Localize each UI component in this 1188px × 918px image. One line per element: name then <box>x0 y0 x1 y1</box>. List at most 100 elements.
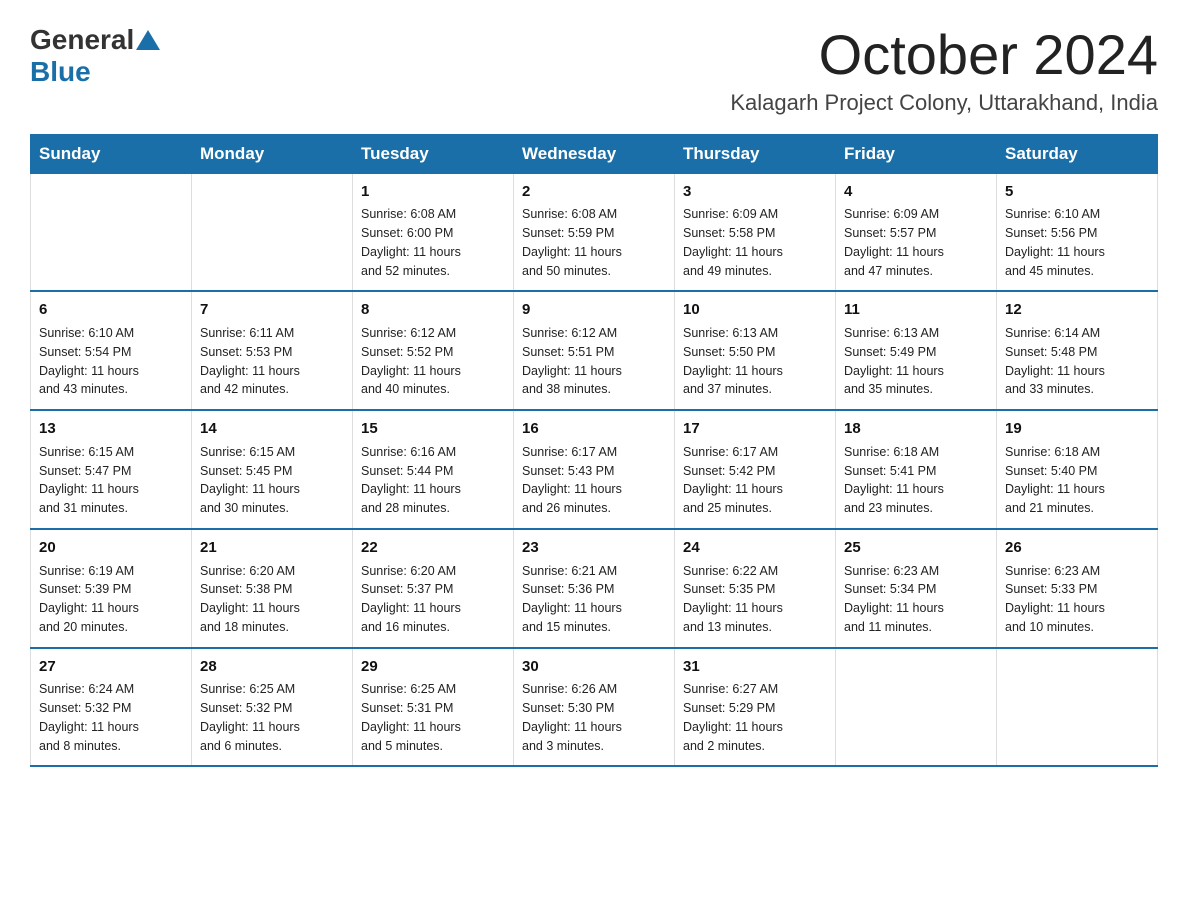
day-number: 3 <box>683 181 827 203</box>
calendar-cell: 17 Sunrise: 6:17 AMSunset: 5:42 PMDayligh… <box>675 410 836 529</box>
day-detail: Sunrise: 6:12 AMSunset: 5:51 PMDaylight:… <box>522 324 666 399</box>
calendar-cell: 29Sunrise: 6:25 AMSunset: 5:31 PMDayligh… <box>353 648 514 767</box>
day-number: 27 <box>39 656 183 678</box>
calendar-cell: 4Sunrise: 6:09 AMSunset: 5:57 PMDaylight… <box>836 173 997 291</box>
day-number: 17 <box>683 418 827 440</box>
logo-text: General <box>30 24 162 56</box>
calendar-cell: 14 Sunrise: 6:15 AMSunset: 5:45 PMDayligh… <box>192 410 353 529</box>
header: General Blue October 2024 Kalagarh Proje… <box>30 24 1158 116</box>
calendar-cell: 1Sunrise: 6:08 AMSunset: 6:00 PMDaylight… <box>353 173 514 291</box>
day-number: 18 <box>844 418 988 440</box>
day-number: 8 <box>361 299 505 321</box>
day-number: 10 <box>683 299 827 321</box>
day-detail: Sunrise: 6:10 AMSunset: 5:54 PMDaylight:… <box>39 324 183 399</box>
calendar-cell: 11 Sunrise: 6:13 AMSunset: 5:49 PMDayligh… <box>836 291 997 410</box>
day-detail: Sunrise: 6:14 AMSunset: 5:48 PMDaylight:… <box>1005 324 1149 399</box>
calendar-cell: 18 Sunrise: 6:18 AMSunset: 5:41 PMDayligh… <box>836 410 997 529</box>
calendar-cell: 3Sunrise: 6:09 AMSunset: 5:58 PMDaylight… <box>675 173 836 291</box>
day-number: 25 <box>844 537 988 559</box>
calendar-cell: 20 Sunrise: 6:19 AMSunset: 5:39 PMDayligh… <box>31 529 192 648</box>
calendar-week-4: 20 Sunrise: 6:19 AMSunset: 5:39 PMDayligh… <box>31 529 1158 648</box>
calendar-week-2: 6 Sunrise: 6:10 AMSunset: 5:54 PMDaylight… <box>31 291 1158 410</box>
day-detail: Sunrise: 6:15 AMSunset: 5:45 PMDaylight:… <box>200 443 344 518</box>
calendar-cell: 28Sunrise: 6:25 AMSunset: 5:32 PMDayligh… <box>192 648 353 767</box>
calendar-header: SundayMondayTuesdayWednesdayThursdayFrid… <box>31 134 1158 173</box>
calendar-cell: 9 Sunrise: 6:12 AMSunset: 5:51 PMDaylight… <box>514 291 675 410</box>
calendar-cell: 27Sunrise: 6:24 AMSunset: 5:32 PMDayligh… <box>31 648 192 767</box>
logo-general: General <box>30 24 134 56</box>
day-number: 30 <box>522 656 666 678</box>
day-detail: Sunrise: 6:09 AMSunset: 5:57 PMDaylight:… <box>844 205 988 280</box>
header-row: SundayMondayTuesdayWednesdayThursdayFrid… <box>31 134 1158 173</box>
day-detail: Sunrise: 6:23 AMSunset: 5:34 PMDaylight:… <box>844 562 988 637</box>
day-detail: Sunrise: 6:17 AMSunset: 5:42 PMDaylight:… <box>683 443 827 518</box>
calendar-week-3: 13Sunrise: 6:15 AMSunset: 5:47 PMDayligh… <box>31 410 1158 529</box>
calendar-body: 1Sunrise: 6:08 AMSunset: 6:00 PMDaylight… <box>31 173 1158 766</box>
day-number: 11 <box>844 299 988 321</box>
calendar-cell <box>31 173 192 291</box>
calendar-cell: 10 Sunrise: 6:13 AMSunset: 5:50 PMDayligh… <box>675 291 836 410</box>
day-detail: Sunrise: 6:22 AMSunset: 5:35 PMDaylight:… <box>683 562 827 637</box>
day-detail: Sunrise: 6:13 AMSunset: 5:49 PMDaylight:… <box>844 324 988 399</box>
day-detail: Sunrise: 6:18 AMSunset: 5:41 PMDaylight:… <box>844 443 988 518</box>
day-detail: Sunrise: 6:21 AMSunset: 5:36 PMDaylight:… <box>522 562 666 637</box>
calendar-cell: 22 Sunrise: 6:20 AMSunset: 5:37 PMDayligh… <box>353 529 514 648</box>
day-number: 22 <box>361 537 505 559</box>
day-number: 9 <box>522 299 666 321</box>
day-detail: Sunrise: 6:19 AMSunset: 5:39 PMDaylight:… <box>39 562 183 637</box>
day-number: 1 <box>361 181 505 203</box>
weekday-header-wednesday: Wednesday <box>514 134 675 173</box>
day-detail: Sunrise: 6:08 AMSunset: 5:59 PMDaylight:… <box>522 205 666 280</box>
day-detail: Sunrise: 6:20 AMSunset: 5:38 PMDaylight:… <box>200 562 344 637</box>
day-detail: Sunrise: 6:23 AMSunset: 5:33 PMDaylight:… <box>1005 562 1149 637</box>
calendar-cell <box>997 648 1158 767</box>
day-detail: Sunrise: 6:20 AMSunset: 5:37 PMDaylight:… <box>361 562 505 637</box>
calendar-cell: 25 Sunrise: 6:23 AMSunset: 5:34 PMDayligh… <box>836 529 997 648</box>
weekday-header-saturday: Saturday <box>997 134 1158 173</box>
day-number: 31 <box>683 656 827 678</box>
day-detail: Sunrise: 6:11 AMSunset: 5:53 PMDaylight:… <box>200 324 344 399</box>
calendar-cell: 5Sunrise: 6:10 AMSunset: 5:56 PMDaylight… <box>997 173 1158 291</box>
weekday-header-monday: Monday <box>192 134 353 173</box>
day-number: 6 <box>39 299 183 321</box>
day-number: 20 <box>39 537 183 559</box>
day-detail: Sunrise: 6:18 AMSunset: 5:40 PMDaylight:… <box>1005 443 1149 518</box>
day-detail: Sunrise: 6:13 AMSunset: 5:50 PMDaylight:… <box>683 324 827 399</box>
calendar-cell: 30Sunrise: 6:26 AMSunset: 5:30 PMDayligh… <box>514 648 675 767</box>
day-number: 21 <box>200 537 344 559</box>
calendar-cell: 6 Sunrise: 6:10 AMSunset: 5:54 PMDaylight… <box>31 291 192 410</box>
weekday-header-sunday: Sunday <box>31 134 192 173</box>
calendar-cell: 12 Sunrise: 6:14 AMSunset: 5:48 PMDayligh… <box>997 291 1158 410</box>
calendar-cell: 19 Sunrise: 6:18 AMSunset: 5:40 PMDayligh… <box>997 410 1158 529</box>
calendar-table: SundayMondayTuesdayWednesdayThursdayFrid… <box>30 134 1158 768</box>
day-number: 2 <box>522 181 666 203</box>
day-detail: Sunrise: 6:10 AMSunset: 5:56 PMDaylight:… <box>1005 205 1149 280</box>
calendar-cell: 23 Sunrise: 6:21 AMSunset: 5:36 PMDayligh… <box>514 529 675 648</box>
calendar-cell: 15Sunrise: 6:16 AMSunset: 5:44 PMDayligh… <box>353 410 514 529</box>
logo-blue: Blue <box>30 56 91 88</box>
day-number: 19 <box>1005 418 1149 440</box>
calendar-cell: 2Sunrise: 6:08 AMSunset: 5:59 PMDaylight… <box>514 173 675 291</box>
logo: General Blue <box>30 24 162 88</box>
day-number: 16 <box>522 418 666 440</box>
weekday-header-friday: Friday <box>836 134 997 173</box>
calendar-cell: 8 Sunrise: 6:12 AMSunset: 5:52 PMDaylight… <box>353 291 514 410</box>
calendar-cell: 21 Sunrise: 6:20 AMSunset: 5:38 PMDayligh… <box>192 529 353 648</box>
calendar-cell: 31Sunrise: 6:27 AMSunset: 5:29 PMDayligh… <box>675 648 836 767</box>
weekday-header-thursday: Thursday <box>675 134 836 173</box>
day-detail: Sunrise: 6:08 AMSunset: 6:00 PMDaylight:… <box>361 205 505 280</box>
title-block: October 2024 Kalagarh Project Colony, Ut… <box>730 24 1158 116</box>
calendar-week-5: 27Sunrise: 6:24 AMSunset: 5:32 PMDayligh… <box>31 648 1158 767</box>
calendar-cell: 26Sunrise: 6:23 AMSunset: 5:33 PMDayligh… <box>997 529 1158 648</box>
day-detail: Sunrise: 6:16 AMSunset: 5:44 PMDaylight:… <box>361 443 505 518</box>
calendar: SundayMondayTuesdayWednesdayThursdayFrid… <box>30 134 1158 898</box>
day-number: 28 <box>200 656 344 678</box>
calendar-cell: 16Sunrise: 6:17 AMSunset: 5:43 PMDayligh… <box>514 410 675 529</box>
day-number: 12 <box>1005 299 1149 321</box>
location-title: Kalagarh Project Colony, Uttarakhand, In… <box>730 90 1158 116</box>
day-detail: Sunrise: 6:12 AMSunset: 5:52 PMDaylight:… <box>361 324 505 399</box>
day-number: 14 <box>200 418 344 440</box>
day-number: 23 <box>522 537 666 559</box>
day-number: 13 <box>39 418 183 440</box>
logo-triangle-icon <box>136 30 160 50</box>
